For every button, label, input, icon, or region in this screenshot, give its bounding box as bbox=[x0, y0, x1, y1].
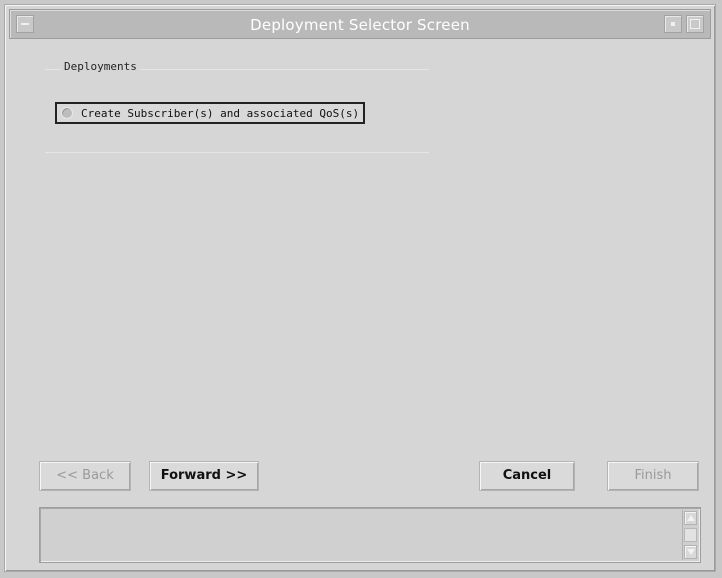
cancel-button[interactable]: Cancel bbox=[479, 461, 575, 491]
scroll-down-arrow-icon[interactable] bbox=[684, 545, 697, 559]
deployment-selector-window: Deployment Selector Screen Deployments C… bbox=[4, 4, 716, 572]
deployments-group-label: Deployments bbox=[61, 60, 140, 73]
maximize-icon[interactable] bbox=[686, 15, 704, 33]
title-bar[interactable]: Deployment Selector Screen bbox=[9, 9, 711, 39]
forward-button[interactable]: Forward >> bbox=[149, 461, 259, 491]
deployments-group: Deployments Create Subscriber(s) and ass… bbox=[45, 60, 429, 153]
create-subscriber-option-label: Create Subscriber(s) and associated QoS(… bbox=[81, 106, 360, 120]
back-button[interactable]: << Back bbox=[39, 461, 131, 491]
create-subscriber-option[interactable]: Create Subscriber(s) and associated QoS(… bbox=[55, 102, 366, 124]
status-scrollbar[interactable] bbox=[682, 510, 698, 560]
radio-button-icon[interactable] bbox=[61, 107, 73, 119]
window-title: Deployment Selector Screen bbox=[250, 16, 470, 34]
status-message-area[interactable] bbox=[39, 507, 701, 563]
scroll-thumb[interactable] bbox=[684, 528, 697, 542]
finish-button[interactable]: Finish bbox=[607, 461, 699, 491]
minimize-icon[interactable] bbox=[664, 15, 682, 33]
scroll-up-arrow-icon[interactable] bbox=[684, 511, 697, 525]
